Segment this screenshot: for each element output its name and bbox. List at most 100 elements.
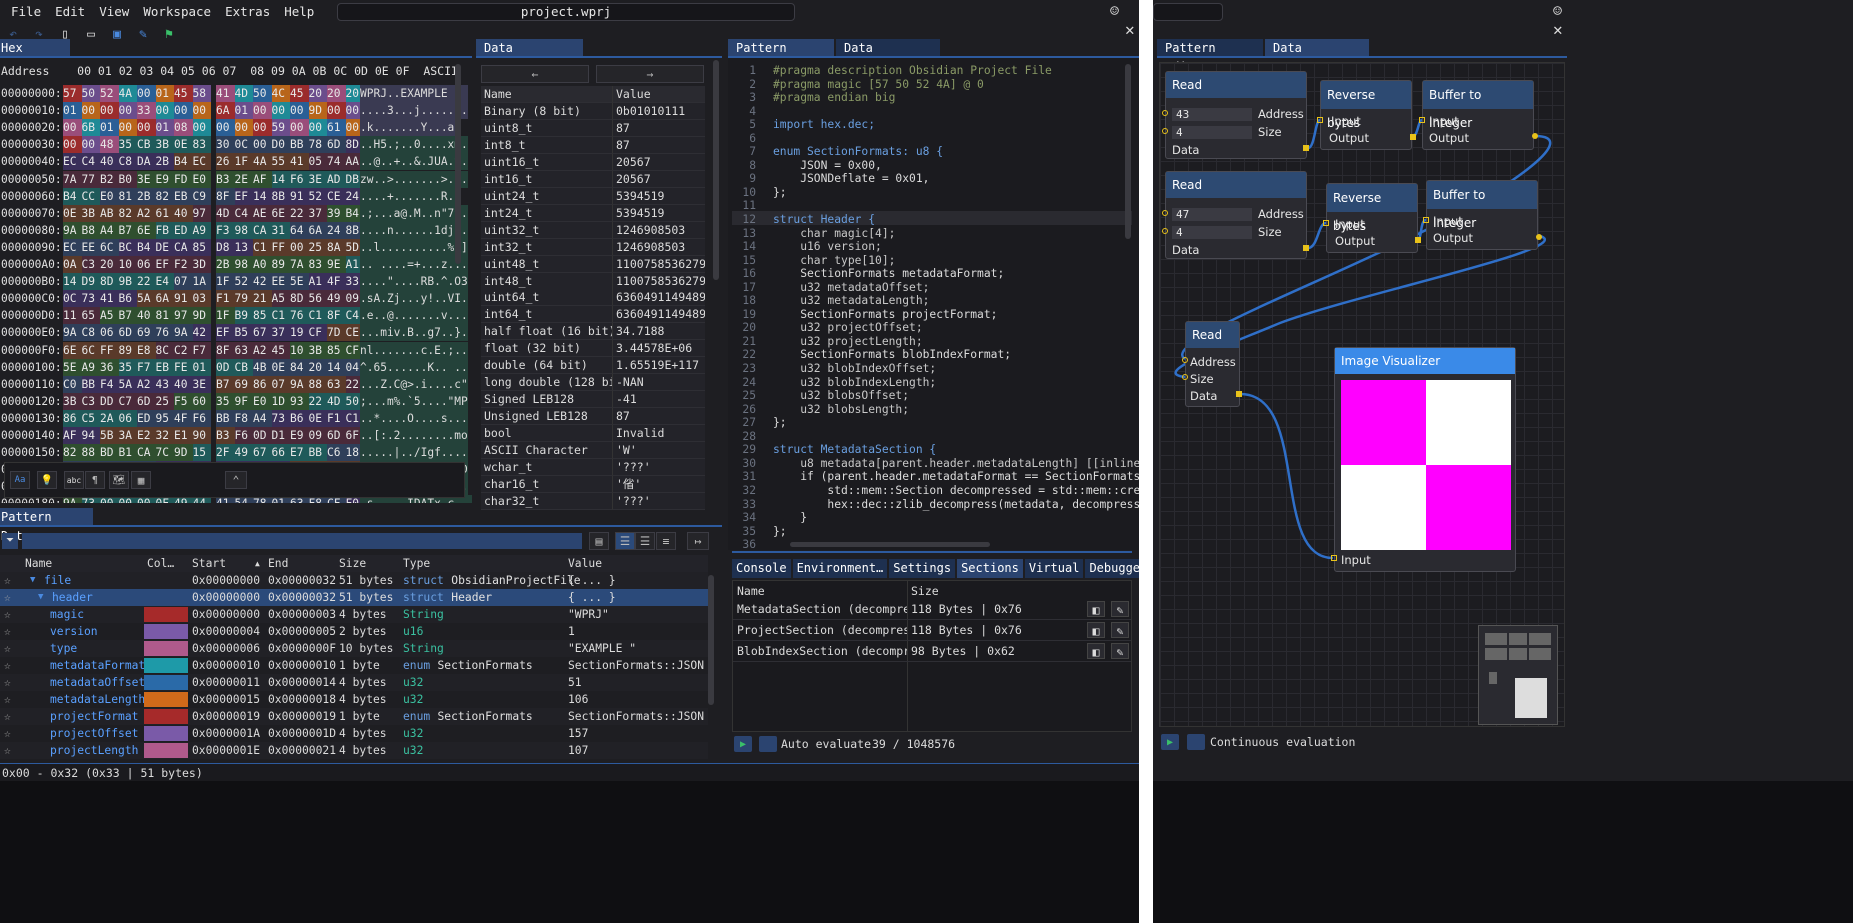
filter-icon[interactable]: ⏷ xyxy=(2,533,18,549)
bookmark-icon[interactable]: ⚑ xyxy=(161,26,177,42)
hex-byte[interactable]: 25 xyxy=(155,392,174,410)
hex-byte[interactable]: 5A xyxy=(137,290,156,308)
hex-byte[interactable]: 3B xyxy=(63,392,82,410)
tab-console[interactable]: Console xyxy=(732,559,791,578)
hex-byte[interactable]: 00 xyxy=(290,119,309,137)
hex-byte[interactable]: 06 xyxy=(100,324,119,342)
code-line[interactable]: u32 metadataLength; xyxy=(773,294,1139,308)
hex-byte[interactable]: 3B xyxy=(308,341,327,359)
hex-byte[interactable]: 6C xyxy=(100,238,119,256)
hex-byte[interactable]: 93 xyxy=(290,392,309,410)
code-line[interactable]: u32 metadataOffset; xyxy=(773,281,1139,295)
hex-byte[interactable]: 03 xyxy=(192,290,211,308)
hex-byte[interactable]: 0E xyxy=(271,358,290,376)
hex-byte[interactable]: C3 xyxy=(81,256,100,273)
open-file-icon[interactable]: ▭ xyxy=(83,26,99,42)
read-node-2[interactable]: Read 47 Address 4 Size Data xyxy=(1165,171,1307,259)
inspector-value[interactable]: 87 xyxy=(613,119,705,137)
inspector-row[interactable]: uint48_t 1100758536279 xyxy=(481,255,705,273)
hex-ascii[interactable]: ..H5.;..0....xm. xyxy=(360,136,468,154)
hex-byte[interactable]: 36 xyxy=(100,358,119,376)
reverse-bytes-node-1[interactable]: Reverse bytes Input Output xyxy=(1320,80,1412,150)
hex-byte[interactable]: 6E xyxy=(63,341,82,359)
hex-byte[interactable]: 00 xyxy=(63,136,82,154)
code-line[interactable]: } xyxy=(773,511,1139,525)
favorite-star-icon[interactable]: ☆ xyxy=(4,708,20,725)
close-icon[interactable]: ✕ xyxy=(1125,20,1135,39)
hex-byte[interactable]: 78 xyxy=(308,136,327,154)
hex-byte[interactable]: 0E xyxy=(174,136,193,154)
hex-byte[interactable]: 14 xyxy=(271,170,290,188)
pattern-row[interactable]: ☆ metadataOffset 0x00000011 0x00000014 4 byt… xyxy=(0,673,708,691)
hex-byte[interactable]: 59 xyxy=(271,119,290,137)
hex-byte[interactable]: 25 xyxy=(308,238,327,256)
hex-byte[interactable]: 40 xyxy=(137,307,156,325)
hex-byte[interactable]: 00 xyxy=(155,102,174,120)
code-line[interactable]: #pragma description Obsidian Project Fil… xyxy=(773,64,1139,78)
hex-byte[interactable]: 83 xyxy=(192,136,211,154)
hex-byte[interactable]: EB xyxy=(174,187,193,205)
hex-view-button[interactable]: ▤ xyxy=(589,532,609,550)
hex-byte[interactable]: 97 xyxy=(192,204,211,222)
tab-sections[interactable]: Sections xyxy=(957,559,1023,578)
hex-byte[interactable]: 42 xyxy=(253,273,272,291)
code-line[interactable]: struct Header { xyxy=(773,213,1139,227)
hex-byte[interactable]: 9A xyxy=(63,221,82,239)
pattern-row[interactable]: ☆ metadataLength 0x00000015 0x00000018 4 byt… xyxy=(0,690,708,708)
code-line[interactable] xyxy=(773,132,1139,146)
hex-byte[interactable]: 6A xyxy=(216,102,235,120)
pin-data-out[interactable] xyxy=(1303,145,1309,151)
pin-out[interactable] xyxy=(1536,234,1542,240)
hex-ascii[interactable]: .;...a@.M..n"79. xyxy=(360,204,468,222)
ascii-toggle-button[interactable]: abc xyxy=(64,471,84,489)
hex-byte[interactable]: 00 xyxy=(327,102,346,120)
play-icon[interactable]: ▶ xyxy=(734,736,752,752)
edit-icon[interactable]: ✎ xyxy=(1111,643,1129,659)
hex-byte[interactable]: 11 xyxy=(63,307,82,325)
hex-ascii[interactable]: ....3...j....... xyxy=(360,102,468,120)
favorite-star-icon[interactable]: ☆ xyxy=(4,572,20,589)
continuous-evaluation-checkbox[interactable] xyxy=(1187,734,1205,750)
hex-byte[interactable]: 00 xyxy=(118,119,137,137)
hex-byte[interactable]: 5E xyxy=(290,273,309,291)
hex-byte[interactable]: BB xyxy=(81,375,100,393)
hex-byte[interactable]: B6 xyxy=(118,290,137,308)
hex-byte[interactable]: 82 xyxy=(63,444,82,462)
hex-bytes[interactable]: 0A C3 20 10 06 EF F2 3D 2B 98 A0 89 7A 83 9E A1 xyxy=(63,256,364,273)
hex-byte[interactable]: 4B xyxy=(253,358,272,376)
code-line[interactable]: hex::dec::zlib_decompress(metadata, deco… xyxy=(773,498,1139,512)
code-line[interactable]: struct MetadataSection { xyxy=(773,443,1139,457)
hex-byte[interactable]: B7 xyxy=(118,307,137,325)
hex-bytes[interactable]: 7A 77 B2 B0 3E E9 FD E0 B3 2E AF 14 F6 3E AD DB xyxy=(63,170,364,188)
hex-byte[interactable]: 82 xyxy=(155,187,174,205)
pattern-row[interactable]: ☆ type 0x00000006 0x0000000F 10 bytes String "… xyxy=(0,639,708,657)
hex-byte[interactable]: EC xyxy=(63,238,82,256)
hex-byte[interactable]: F6 xyxy=(290,170,309,188)
edit-icon[interactable]: ✎ xyxy=(1111,601,1129,617)
hex-byte[interactable]: 35 xyxy=(118,358,137,376)
save-icon[interactable]: ▣ xyxy=(109,26,125,42)
hex-byte[interactable]: 73 xyxy=(81,290,100,308)
col-name[interactable]: Name xyxy=(25,555,52,572)
hex-byte[interactable]: BB xyxy=(216,409,235,427)
expand-arrow-icon[interactable]: ▼ xyxy=(38,589,48,606)
pin-address[interactable] xyxy=(1182,357,1188,363)
hex-byte[interactable]: 45 xyxy=(174,85,193,102)
hex-byte[interactable]: 41 xyxy=(216,85,235,102)
hex-byte[interactable]: C1 xyxy=(253,238,272,256)
tab-debugger[interactable]: Debugger xyxy=(1085,559,1139,578)
hex-byte[interactable]: F2 xyxy=(174,256,193,273)
hex-byte[interactable]: 00 xyxy=(100,102,119,120)
hex-byte[interactable]: 7A xyxy=(290,256,309,273)
hex-byte[interactable]: 9A xyxy=(63,324,82,342)
inspector-row[interactable]: Binary (8 bit) 0b01010111 xyxy=(481,103,705,120)
hex-byte[interactable]: D0 xyxy=(271,136,290,154)
hex-byte[interactable]: 37 xyxy=(271,324,290,342)
code-vscroll[interactable] xyxy=(1125,64,1131,239)
hex-byte[interactable]: CF xyxy=(308,324,327,342)
hex-bytes[interactable]: 3B C3 DD C7 6D 25 F5 60 35 9F E0 1D 93 22 4D 50 xyxy=(63,392,364,410)
hex-byte[interactable]: CA xyxy=(174,238,193,256)
hex-byte[interactable]: 82 xyxy=(118,204,137,222)
hex-bytes[interactable]: AF 94 5B 3A E2 32 E1 90 B3 F6 0D D1 E9 09 6D 6F xyxy=(63,427,364,444)
buffer-to-integer-node-2[interactable]: Buffer to Integer Input Output xyxy=(1426,180,1538,250)
